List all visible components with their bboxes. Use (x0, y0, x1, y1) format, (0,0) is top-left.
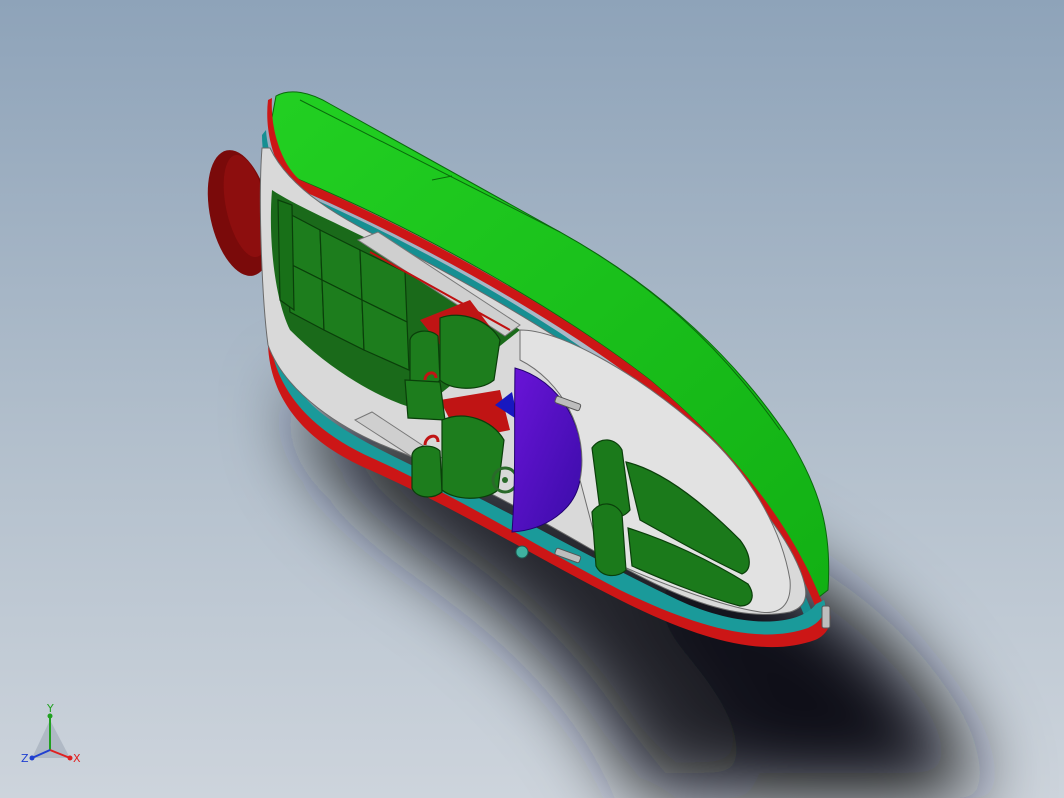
z-axis-label: Z (21, 752, 29, 765)
x-axis-tip (67, 755, 73, 761)
y-axis-label: Y (46, 702, 54, 715)
z-axis-tip (29, 755, 35, 761)
x-axis-label: X (73, 752, 81, 765)
orientation-triad: Y X Z (21, 702, 81, 765)
boat-model[interactable] (0, 0, 1064, 798)
graphics-viewport[interactable]: Y X Z (0, 0, 1064, 798)
